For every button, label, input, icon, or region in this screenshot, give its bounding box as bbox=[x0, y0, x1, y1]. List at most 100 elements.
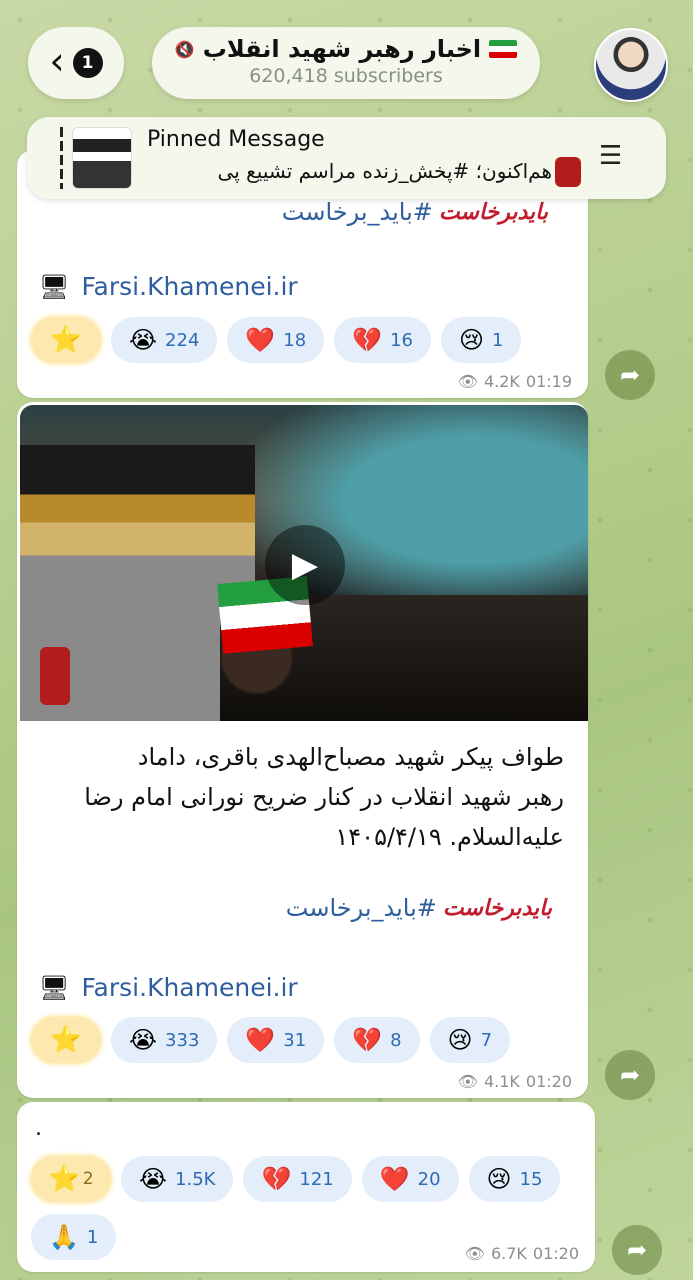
reactions-bar-row2: 🙏 1 bbox=[31, 1214, 117, 1260]
site-link-text[interactable]: Farsi.Khamenei.ir bbox=[81, 973, 297, 1002]
broken-heart-icon: 💔 bbox=[261, 1165, 292, 1193]
pinned-logo bbox=[555, 157, 581, 187]
reaction-count: 224 bbox=[165, 329, 200, 351]
subscriber-count: 620,418 subscribers bbox=[249, 65, 443, 87]
reactions-bar: ⭐ 😭 333 ❤️ 31 💔 8 😢 7 bbox=[31, 1017, 511, 1063]
message-text-line: علیه‌السلام. ۱۴۰۵/۴/۱۹ bbox=[335, 823, 564, 851]
message-time: 01:20 bbox=[525, 1072, 572, 1091]
reaction-star[interactable]: ⭐ 2 bbox=[31, 1156, 111, 1202]
reaction-count: 2 bbox=[82, 1169, 94, 1189]
reaction-count: 1.5K bbox=[175, 1168, 216, 1190]
hashtag-link[interactable]: #باید_برخاست bbox=[286, 894, 437, 922]
share-icon[interactable]: ➦ bbox=[605, 350, 655, 400]
view-count: 6.7K bbox=[490, 1244, 527, 1263]
reaction-count: 16 bbox=[390, 329, 413, 351]
channel-avatar[interactable] bbox=[594, 28, 668, 102]
heart-icon: ❤️ bbox=[245, 326, 276, 354]
view-count: 4.2K bbox=[483, 372, 520, 391]
reaction-count: 18 bbox=[283, 329, 307, 351]
crying-face-icon: 😭 bbox=[139, 1165, 168, 1193]
message-text: . bbox=[35, 1116, 42, 1141]
praying-hands-icon: 🙏 bbox=[49, 1223, 79, 1251]
site-link[interactable]: 🖥 Farsi.Khamenei.ir bbox=[39, 272, 298, 301]
star-icon: ⭐ bbox=[49, 325, 83, 355]
message-text: طواف پیکر شهید مصباح‌الهدی باقری، داماد … bbox=[24, 737, 564, 857]
reactions-bar: ⭐ 😭 224 ❤️ 18 💔 16 😢 1 bbox=[31, 317, 522, 363]
monitor-icon: 🖥 bbox=[39, 272, 70, 301]
reaction-count: 20 bbox=[417, 1168, 441, 1190]
reaction-star[interactable]: ⭐ bbox=[31, 1017, 101, 1063]
pinned-title: Pinned Message bbox=[147, 127, 325, 152]
channel-title: اخبار رهبر شهید انقلاب bbox=[202, 35, 482, 63]
crying-face-icon: 😭 bbox=[129, 1026, 158, 1054]
play-icon[interactable]: ▶ bbox=[265, 525, 345, 605]
reaction-count: 31 bbox=[283, 1029, 307, 1051]
message-text-line: رهبر شهید انقلاب در کنار ضریح نورانی اما… bbox=[84, 783, 564, 811]
pinned-message-bar[interactable]: Pinned Message هم‌اکنون؛ #پخش_زنده مراسم… bbox=[27, 117, 666, 199]
reaction-sad[interactable]: 😢 7 bbox=[429, 1017, 511, 1063]
message-time: 01:20 bbox=[532, 1244, 579, 1263]
sad-face-icon: 😢 bbox=[447, 1026, 473, 1054]
chat-header: ‹ 1 🔇 اخبار رهبر شهید انقلاب 620,418 sub… bbox=[0, 0, 693, 210]
reaction-heart[interactable]: ❤️ 18 bbox=[227, 317, 325, 363]
reaction-count: 121 bbox=[299, 1168, 334, 1190]
reaction-broken-heart[interactable]: 💔 121 bbox=[243, 1156, 352, 1202]
message-meta: 👁 4.2K 01:19 bbox=[458, 372, 572, 391]
heart-icon: ❤️ bbox=[245, 1026, 276, 1054]
pinned-list-icon[interactable]: ☰ bbox=[599, 141, 622, 171]
monitor-icon: 🖥 bbox=[39, 973, 70, 1002]
reaction-count: 8 bbox=[390, 1029, 402, 1051]
reaction-count: 333 bbox=[165, 1029, 200, 1051]
reaction-count: 1 bbox=[86, 1226, 99, 1248]
reaction-heart[interactable]: ❤️ 31 bbox=[227, 1017, 325, 1063]
title-row: 🔇 اخبار رهبر شهید انقلاب bbox=[152, 35, 540, 63]
back-button[interactable]: ‹ 1 bbox=[28, 27, 124, 99]
message-2[interactable]: ▶ طواف پیکر شهید مصباح‌الهدی باقری، داما… bbox=[17, 402, 588, 1098]
eye-icon: 👁 bbox=[457, 1072, 478, 1091]
reaction-count: 1 bbox=[492, 329, 504, 351]
share-icon[interactable]: ➦ bbox=[612, 1225, 662, 1275]
eye-icon: 👁 bbox=[464, 1244, 485, 1263]
crying-face-icon: 😭 bbox=[129, 326, 158, 354]
sad-face-icon: 😢 bbox=[459, 326, 485, 354]
pinned-text: هم‌اکنون؛ #پخش_زنده مراسم تشییع پی bbox=[217, 159, 552, 183]
chevron-left-icon: ‹ bbox=[49, 39, 65, 83]
site-link[interactable]: 🖥 Farsi.Khamenei.ir bbox=[39, 973, 298, 1002]
pinned-thumbnail bbox=[72, 127, 132, 189]
star-icon: ⭐ bbox=[49, 1025, 83, 1055]
reaction-broken-heart[interactable]: 💔 16 bbox=[334, 317, 431, 363]
view-count: 4.1K bbox=[483, 1072, 520, 1091]
reaction-heart[interactable]: ❤️ 20 bbox=[361, 1156, 459, 1202]
star-icon: ⭐ bbox=[48, 1164, 81, 1194]
reaction-broken-heart[interactable]: 💔 8 bbox=[334, 1017, 420, 1063]
sad-face-icon: 😢 bbox=[486, 1165, 512, 1193]
heart-icon: ❤️ bbox=[379, 1165, 410, 1193]
channel-info[interactable]: 🔇 اخبار رهبر شهید انقلاب 620,418 subscri… bbox=[152, 27, 540, 99]
broken-heart-icon: 💔 bbox=[352, 1026, 383, 1054]
reaction-pray[interactable]: 🙏 1 bbox=[31, 1214, 117, 1260]
hashtag-logo: بایدبرخاست bbox=[442, 895, 552, 921]
reaction-sad[interactable]: 😢 15 bbox=[468, 1156, 561, 1202]
reaction-sad[interactable]: 😢 1 bbox=[441, 317, 522, 363]
message-text-line: طواف پیکر شهید مصباح‌الهدی باقری، داماد bbox=[137, 743, 564, 771]
message-meta: 👁 4.1K 01:20 bbox=[458, 1072, 572, 1091]
watermark-logo bbox=[40, 647, 70, 705]
share-icon[interactable]: ➦ bbox=[605, 1050, 655, 1100]
muted-speaker-icon: 🔇 bbox=[174, 39, 195, 59]
broken-heart-icon: 💔 bbox=[352, 326, 383, 354]
pinned-indicator bbox=[60, 127, 63, 189]
message-meta: 👁 6.7K 01:20 bbox=[465, 1244, 579, 1263]
reaction-crying[interactable]: 😭 1.5K bbox=[121, 1156, 234, 1202]
reaction-crying[interactable]: 😭 333 bbox=[111, 1017, 218, 1063]
reaction-crying[interactable]: 😭 224 bbox=[111, 317, 218, 363]
hashtag-line[interactable]: بایدبرخاست #باید_برخاست bbox=[286, 894, 552, 922]
site-link-text[interactable]: Farsi.Khamenei.ir bbox=[81, 272, 297, 301]
reactions-bar: ⭐ 2 😭 1.5K 💔 121 ❤️ 20 😢 15 bbox=[31, 1156, 561, 1202]
unread-badge: 1 bbox=[72, 48, 103, 78]
iran-flag-icon bbox=[489, 40, 518, 58]
message-3[interactable]: . ⭐ 2 😭 1.5K 💔 121 ❤️ 20 😢 15 🙏 1 👁 6.7K 01:20 bbox=[17, 1102, 595, 1272]
message-time: 01:19 bbox=[525, 372, 572, 391]
video-preview[interactable]: ▶ bbox=[20, 405, 588, 721]
reaction-star[interactable]: ⭐ bbox=[31, 317, 101, 363]
eye-icon: 👁 bbox=[457, 372, 478, 391]
